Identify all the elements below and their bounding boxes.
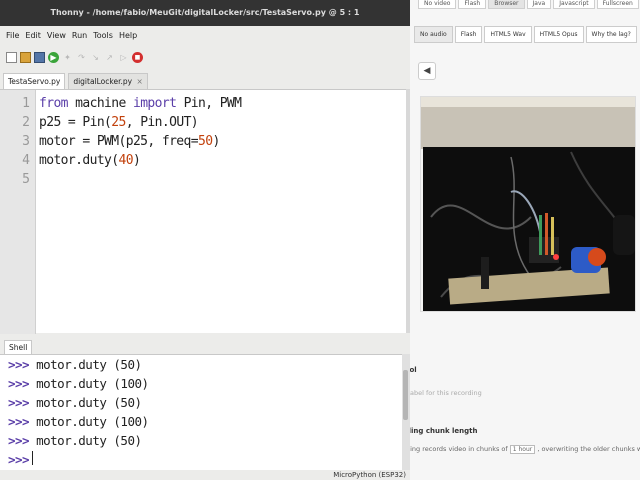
step-out-icon[interactable]: ↗ <box>104 52 115 63</box>
chunk-length-heading: ding chunk length <box>406 427 478 435</box>
code-text: ) <box>212 134 220 149</box>
code-line: p25 = Pin(25, Pin.OUT) <box>39 115 199 130</box>
text-cursor <box>32 451 33 465</box>
tab-digitallocker-label: digitalLocker.py <box>73 77 133 86</box>
code-keyword: from <box>39 96 69 111</box>
code-line: motor = PWM(p25, freq=50) <box>39 134 220 149</box>
tab-testaservo[interactable]: TestaServo.py <box>3 73 66 89</box>
tab-browser[interactable]: Browser <box>488 0 525 9</box>
stop-icon[interactable]: ■ <box>132 51 143 63</box>
line-number: 3 <box>22 134 30 149</box>
line-number: 1 <box>22 96 30 111</box>
code-text: motor = PWM(p25, freq= <box>39 134 199 149</box>
camera-video <box>420 96 636 312</box>
code-line: motor.duty(40) <box>39 153 141 168</box>
shell-prompt: >>> <box>8 376 30 391</box>
menu-bar: File Edit View Run Tools Help <box>0 26 410 44</box>
tab-why-lag[interactable]: Why the lag? <box>585 26 637 43</box>
shell-prompt: >>> <box>8 452 30 467</box>
code-keyword: import <box>132 96 177 111</box>
shell-history-line: >>> motor.duty (100) <box>8 376 149 391</box>
run-icon[interactable]: ▶ <box>48 51 59 63</box>
shell-history-line: >>> motor.duty (50) <box>8 357 142 372</box>
code-text: machine <box>67 96 133 111</box>
code-text: ) <box>132 153 141 168</box>
speaker-icon[interactable]: ◀ <box>418 62 436 80</box>
toolbar: ▶ ✦ ↷ ↘ ↗ ▷ ■ <box>0 46 410 68</box>
shell-console[interactable]: >>> motor.duty (50) >>> motor.duty (100)… <box>0 354 402 470</box>
new-file-icon[interactable] <box>6 51 17 63</box>
resume-icon[interactable]: ▷ <box>118 52 129 63</box>
tab-digitallocker[interactable]: digitalLocker.py × <box>68 73 148 89</box>
video-mode-tabs: No video Flash Browser Java Javascript F… <box>418 0 640 9</box>
tab-no-audio[interactable]: No audio <box>414 26 453 43</box>
line-number: 2 <box>22 115 30 130</box>
menu-file[interactable]: File <box>3 31 22 40</box>
shell-history-line: >>> motor.duty (50) <box>8 395 142 410</box>
tab-java[interactable]: Java <box>526 0 552 9</box>
open-file-icon[interactable] <box>20 51 31 63</box>
tab-no-video[interactable]: No video <box>418 0 457 9</box>
shell-command: motor.duty (50) <box>36 357 142 372</box>
editor-tabs: TestaServo.py digitalLocker.py × <box>0 72 410 89</box>
code-text: motor.duty( <box>39 153 119 168</box>
shell-command: motor.duty (50) <box>36 395 142 410</box>
line-number-gutter: 1 2 3 4 5 <box>0 90 36 334</box>
step-over-icon[interactable]: ↷ <box>76 52 87 63</box>
line-number: 4 <box>22 153 30 168</box>
tab-fullscreen[interactable]: Fullscreen <box>596 0 639 9</box>
tab-javascript[interactable]: Javascript <box>553 0 595 9</box>
menu-run[interactable]: Run <box>69 31 90 40</box>
debug-icon[interactable]: ✦ <box>62 52 73 63</box>
shell-command: motor.duty (100) <box>36 376 149 391</box>
shell-scrollbar-thumb[interactable] <box>403 370 408 420</box>
recording-label-input[interactable]: abel for this recording <box>410 389 482 397</box>
shell-header: Shell <box>0 338 410 354</box>
menu-tools[interactable]: Tools <box>90 31 116 40</box>
code-line: from machine import Pin, PWM <box>39 96 242 111</box>
shell-prompt: >>> <box>8 395 30 410</box>
interpreter-status[interactable]: MicroPython (ESP32) <box>0 470 410 480</box>
shell-history-line: >>> motor.duty (100) <box>8 414 149 429</box>
menu-help[interactable]: Help <box>116 31 140 40</box>
save-icon[interactable] <box>34 51 45 63</box>
line-number: 5 <box>22 172 30 187</box>
chunk-length-text: ding records video in chunks of 1 hour ,… <box>406 445 640 454</box>
menu-view[interactable]: View <box>44 31 69 40</box>
step-into-icon[interactable]: ↘ <box>90 52 101 63</box>
browser-page: No video Flash Browser Java Javascript F… <box>404 0 640 480</box>
code-editor[interactable]: 1 2 3 4 5 from machine import Pin, PWM p… <box>0 89 406 334</box>
tab-testaservo-label: TestaServo.py <box>8 77 61 86</box>
tab-flash[interactable]: Flash <box>458 0 487 9</box>
shell-command: motor.duty (100) <box>36 414 149 429</box>
code-text: p25 = Pin( <box>39 115 112 130</box>
code-number: 25 <box>111 115 126 130</box>
tab-html5-wav[interactable]: HTML5 Wav <box>484 26 532 43</box>
chunk-length-select[interactable]: 1 hour <box>509 445 536 454</box>
shell-history-line: >>> motor.duty (50) <box>8 433 142 448</box>
window-title: Thonny - /home/fabio/MeuGit/digitalLocke… <box>0 0 410 26</box>
video-frame-image <box>421 97 635 311</box>
audio-mode-tabs: No audio Flash HTML5 Wav HTML5 Opus Why … <box>414 26 639 43</box>
chunk-text-after: , overwriting the older chunks when stor… <box>537 445 640 453</box>
menu-edit[interactable]: Edit <box>22 31 44 40</box>
close-tab-icon[interactable]: × <box>136 77 142 86</box>
tab-html5-opus[interactable]: HTML5 Opus <box>533 26 584 43</box>
code-number: 50 <box>198 134 213 149</box>
chunk-text-before: ding records video in chunks of <box>406 445 508 453</box>
tab-audio-flash[interactable]: Flash <box>454 26 483 43</box>
code-number: 40 <box>118 153 134 168</box>
shell-scrollbar[interactable] <box>402 354 410 470</box>
thonny-window: Thonny - /home/fabio/MeuGit/digitalLocke… <box>0 0 410 480</box>
tab-shell[interactable]: Shell <box>4 340 33 354</box>
shell-command: motor.duty (50) <box>36 433 142 448</box>
code-text: , Pin.OUT) <box>125 115 199 130</box>
editor-scrollbar[interactable] <box>406 89 410 333</box>
shell-prompt: >>> <box>8 433 30 448</box>
shell-prompt: >>> <box>8 357 30 372</box>
code-text: Pin, PWM <box>176 96 242 111</box>
shell-prompt: >>> <box>8 414 30 429</box>
